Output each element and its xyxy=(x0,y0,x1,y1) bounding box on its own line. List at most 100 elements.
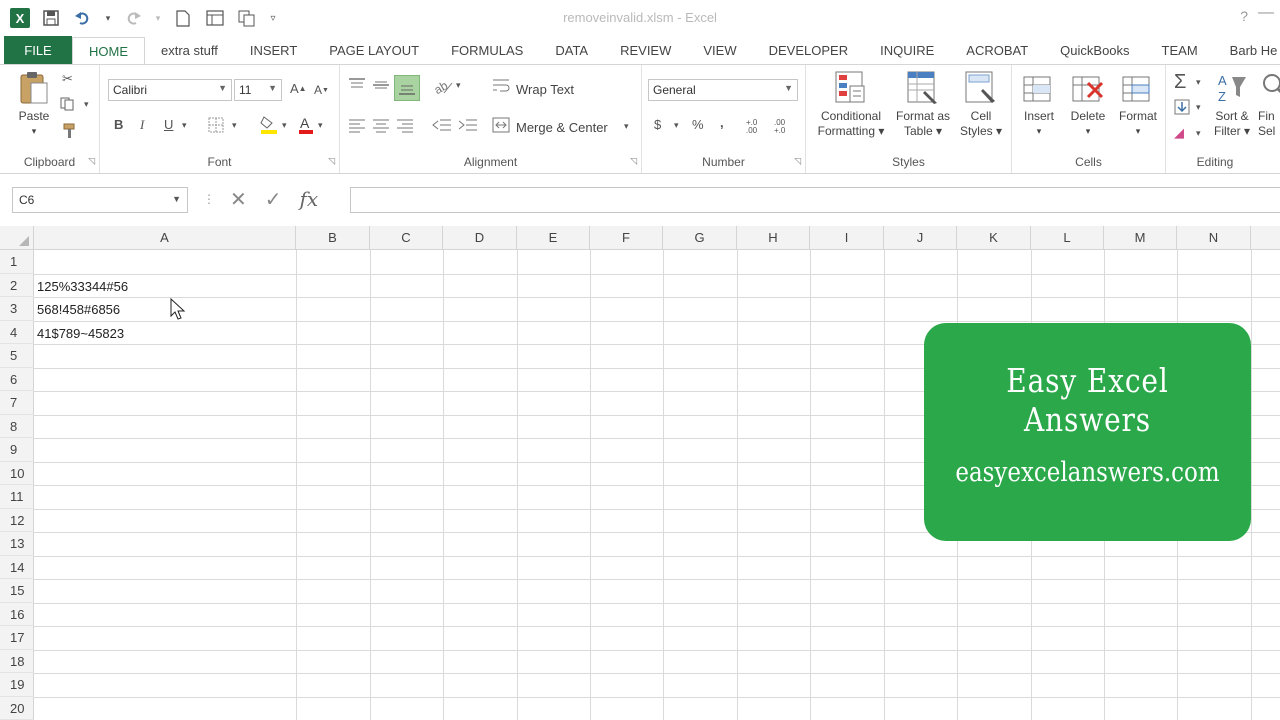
orientation-dropdown-icon[interactable]: ▾ xyxy=(456,80,461,91)
fill-dropdown-icon[interactable]: ▾ xyxy=(1196,102,1201,113)
row-header[interactable]: 20 xyxy=(0,697,34,720)
insert-cells-button[interactable]: Insert ▾ xyxy=(1016,71,1062,139)
clear-icon[interactable]: ◢ xyxy=(1174,125,1184,141)
column-header-g[interactable]: G xyxy=(663,226,737,250)
tab-insert[interactable]: INSERT xyxy=(234,36,313,64)
minimize-button[interactable]: — xyxy=(1258,4,1274,22)
sort-filter-button[interactable]: AZ Sort & Filter ▾ xyxy=(1210,71,1254,139)
row-header[interactable]: 3 xyxy=(0,297,34,321)
underline-button[interactable]: U xyxy=(164,117,173,132)
row-header[interactable]: 6 xyxy=(0,368,34,391)
font-size-select[interactable]: 11 ▼ xyxy=(234,79,282,101)
borders-icon[interactable] xyxy=(208,117,224,133)
percent-button[interactable]: % xyxy=(692,117,704,132)
row-header[interactable]: 17 xyxy=(0,626,34,650)
fill-color-dropdown-icon[interactable]: ▾ xyxy=(282,120,287,131)
merge-center-icon[interactable] xyxy=(492,117,510,133)
merge-center-label[interactable]: Merge & Center xyxy=(516,120,608,135)
cancel-icon[interactable]: ✕ xyxy=(230,187,247,212)
column-header-b[interactable]: B xyxy=(296,226,370,250)
delete-cells-button[interactable]: Delete ▾ xyxy=(1064,71,1112,139)
tab-extra-stuff[interactable]: extra stuff xyxy=(145,36,234,64)
row-header[interactable]: 7 xyxy=(0,391,34,415)
column-header-e[interactable]: E xyxy=(517,226,590,250)
find-select-button[interactable]: Fin Sel xyxy=(1258,71,1280,139)
cell-a3[interactable]: 568!458#6856 xyxy=(37,302,120,317)
align-right-icon[interactable] xyxy=(396,117,414,133)
account-name[interactable]: Barb He xyxy=(1214,36,1278,64)
row-header[interactable]: 5 xyxy=(0,344,34,368)
cell-styles-button[interactable]: Cell Styles ▾ xyxy=(956,71,1006,139)
row-header[interactable]: 14 xyxy=(0,556,34,579)
comma-button[interactable]: , xyxy=(720,115,724,130)
decrease-indent-icon[interactable] xyxy=(432,117,452,133)
fill-icon[interactable] xyxy=(1174,99,1192,115)
orientation-icon[interactable]: ab xyxy=(434,77,454,95)
row-header[interactable]: 9 xyxy=(0,438,34,462)
column-header-j[interactable]: J xyxy=(884,226,957,250)
cut-icon[interactable]: ✂ xyxy=(62,71,73,87)
row-header[interactable]: 2 xyxy=(0,274,34,297)
tab-home[interactable]: HOME xyxy=(72,37,145,65)
tab-team[interactable]: TEAM xyxy=(1146,36,1214,64)
column-header-l[interactable]: L xyxy=(1031,226,1104,250)
font-name-select[interactable]: Calibri ▼ xyxy=(108,79,232,101)
tab-data[interactable]: DATA xyxy=(539,36,604,64)
column-header-f[interactable]: F xyxy=(590,226,663,250)
tab-developer[interactable]: DEVELOPER xyxy=(753,36,864,64)
italic-button[interactable]: I xyxy=(140,117,144,133)
tab-inquire[interactable]: INQUIRE xyxy=(864,36,950,64)
row-header[interactable]: 4 xyxy=(0,321,34,344)
row-header[interactable]: 11 xyxy=(0,485,34,509)
name-box[interactable]: C6 ▼ xyxy=(12,187,188,213)
help-button[interactable]: ? xyxy=(1240,8,1248,24)
decrease-decimal-button[interactable]: .00 +.0 xyxy=(774,119,798,135)
format-as-table-button[interactable]: Format as Table ▾ xyxy=(890,71,956,139)
middle-align-icon[interactable] xyxy=(372,77,390,93)
row-header[interactable]: 13 xyxy=(0,532,34,556)
number-launcher-icon[interactable]: ◹ xyxy=(794,156,801,167)
paste-button[interactable]: Paste ▾ xyxy=(12,71,56,139)
conditional-formatting-button[interactable]: Conditional Formatting ▾ xyxy=(810,71,892,139)
cell-a2[interactable]: 125%33344#56 xyxy=(37,279,128,294)
increase-indent-icon[interactable] xyxy=(458,117,478,133)
tab-review[interactable]: REVIEW xyxy=(604,36,687,64)
enter-icon[interactable]: ✓ xyxy=(265,187,282,212)
increase-decimal-button[interactable]: +.0 .00 xyxy=(746,119,770,135)
underline-dropdown-icon[interactable]: ▾ xyxy=(182,120,187,131)
tab-view[interactable]: VIEW xyxy=(687,36,752,64)
copy-dropdown-icon[interactable]: ▾ xyxy=(84,99,89,110)
autosum-icon[interactable]: Σ xyxy=(1174,71,1186,94)
tab-file[interactable]: FILE xyxy=(4,36,72,64)
merge-dropdown-icon[interactable]: ▾ xyxy=(624,121,629,132)
column-header-m[interactable]: M xyxy=(1104,226,1177,250)
row-header[interactable]: 15 xyxy=(0,579,34,603)
column-header-i[interactable]: I xyxy=(810,226,884,250)
wrap-text-label[interactable]: Wrap Text xyxy=(516,82,574,97)
bottom-align-icon[interactable] xyxy=(394,75,420,101)
currency-button[interactable]: $ xyxy=(654,117,661,132)
align-center-icon[interactable] xyxy=(372,117,390,133)
column-header-n[interactable]: N xyxy=(1177,226,1251,250)
tab-acrobat[interactable]: ACROBAT xyxy=(950,36,1044,64)
tab-page-layout[interactable]: PAGE LAYOUT xyxy=(313,36,435,64)
font-color-icon[interactable]: A xyxy=(298,115,314,135)
row-header[interactable]: 16 xyxy=(0,603,34,626)
decrease-font-icon[interactable]: A ▼ xyxy=(314,83,329,97)
bold-button[interactable]: B xyxy=(114,117,123,132)
row-header[interactable]: 1 xyxy=(0,250,34,274)
format-painter-icon[interactable] xyxy=(62,123,78,139)
clipboard-launcher-icon[interactable]: ◹ xyxy=(88,156,95,167)
increase-font-icon[interactable]: A ▲ xyxy=(290,81,307,96)
column-header-k[interactable]: K xyxy=(957,226,1031,250)
wrap-text-icon[interactable] xyxy=(492,77,510,93)
borders-dropdown-icon[interactable]: ▾ xyxy=(232,120,237,131)
autosum-dropdown-icon[interactable]: ▾ xyxy=(1196,77,1201,88)
column-header-h[interactable]: H xyxy=(737,226,810,250)
column-header-d[interactable]: D xyxy=(443,226,517,250)
tab-quickbooks[interactable]: QuickBooks xyxy=(1044,36,1145,64)
format-cells-button[interactable]: Format ▾ xyxy=(1114,71,1162,139)
number-format-select[interactable]: General ▼ xyxy=(648,79,798,101)
top-align-icon[interactable] xyxy=(348,77,366,93)
copy-format-icon[interactable] xyxy=(60,97,78,111)
